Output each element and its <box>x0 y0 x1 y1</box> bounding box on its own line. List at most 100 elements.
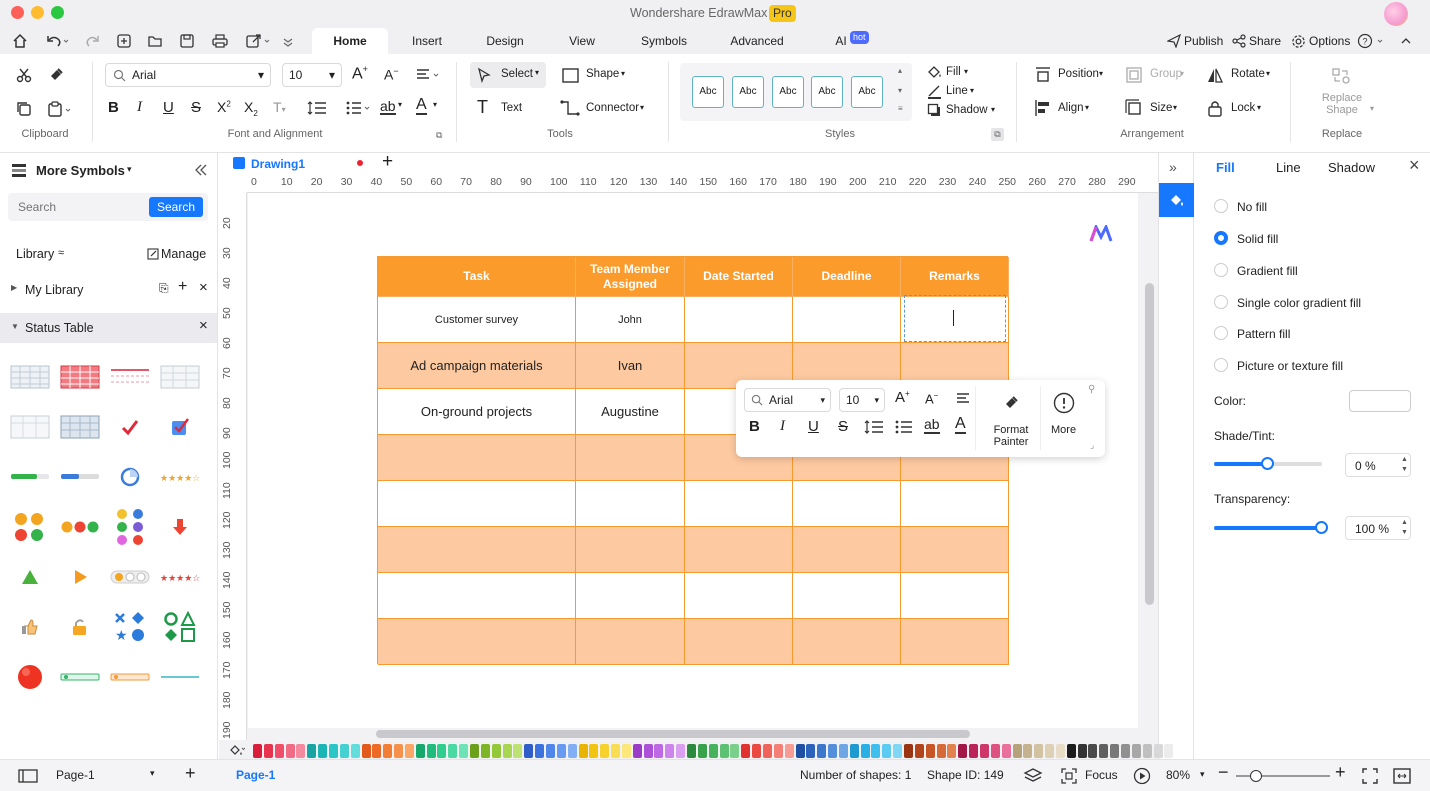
color-swatch[interactable] <box>741 744 751 758</box>
ai-logo-icon[interactable] <box>1089 225 1113 243</box>
table-cell[interactable] <box>901 573 1009 619</box>
color-swatch[interactable] <box>871 744 881 758</box>
lock-button[interactable]: Lock <box>1231 102 1255 114</box>
symbol-gray-table[interactable] <box>8 360 52 394</box>
color-swatch[interactable] <box>958 744 968 758</box>
collapse-panel-icon[interactable] <box>192 161 210 179</box>
color-swatch[interactable] <box>1066 744 1076 758</box>
resize-handle-icon[interactable]: ⌟ <box>1090 440 1094 451</box>
search-input[interactable] <box>8 193 148 221</box>
format-brush-icon[interactable] <box>45 64 67 86</box>
color-swatch[interactable] <box>969 744 979 758</box>
color-swatch[interactable] <box>621 744 631 758</box>
tab-design[interactable]: Design <box>476 28 534 54</box>
group-button[interactable]: Group <box>1150 68 1182 80</box>
chevron-down-icon[interactable]: ▾ <box>964 67 968 76</box>
color-swatch[interactable] <box>1142 744 1152 758</box>
option-single-gradient-fill[interactable]: Single color gradient fill <box>1237 296 1361 310</box>
font-family-select[interactable]: Arial ▾ <box>105 63 271 87</box>
style-sample[interactable]: Abc <box>692 76 724 108</box>
table-header-cell[interactable]: Deadline <box>793 257 901 297</box>
symbol-red-table[interactable] <box>58 360 102 394</box>
color-swatch[interactable] <box>719 744 729 758</box>
text-case-icon[interactable]: T▾ <box>273 99 286 115</box>
page-layout-icon[interactable] <box>17 768 39 784</box>
color-swatch[interactable] <box>318 744 328 758</box>
color-swatch[interactable] <box>730 744 740 758</box>
transparency-slider[interactable] <box>1214 517 1328 537</box>
padlock-icon[interactable] <box>58 610 102 644</box>
style-sample[interactable]: Abc <box>732 76 764 108</box>
symbol-blue-table[interactable] <box>58 410 102 444</box>
color-swatch[interactable] <box>925 744 935 758</box>
add-icon[interactable]: + <box>178 278 187 296</box>
fill-panel-icon[interactable] <box>1159 183 1194 217</box>
zoom-slider-handle[interactable] <box>1250 770 1262 782</box>
style-sample[interactable]: Abc <box>772 76 804 108</box>
color-swatch[interactable] <box>752 744 762 758</box>
radio-pattern-fill[interactable] <box>1214 326 1228 340</box>
text-tool-icon[interactable]: T <box>477 97 488 118</box>
italic-icon[interactable]: I <box>780 418 785 435</box>
stepper-icon[interactable]: ▲ ▼ <box>1401 455 1408 475</box>
chevron-down-icon[interactable]: ▾ <box>398 100 402 109</box>
zoom-level[interactable]: 80% <box>1166 768 1190 782</box>
color-swatch[interactable] <box>1110 744 1120 758</box>
gear-icon[interactable] <box>1290 33 1306 49</box>
color-swatch[interactable] <box>806 744 816 758</box>
table-header-cell[interactable]: Remarks <box>901 257 1009 297</box>
fill-bucket-icon[interactable] <box>228 743 246 759</box>
table-cell[interactable] <box>685 619 793 665</box>
color-dots-grid-icon[interactable] <box>108 509 152 545</box>
table-cell[interactable] <box>576 573 685 619</box>
color-swatch[interactable] <box>1099 744 1109 758</box>
red-star-rating-icon[interactable]: ★★★★☆ <box>158 560 202 594</box>
table-cell[interactable] <box>685 481 793 527</box>
color-swatch[interactable] <box>1131 744 1141 758</box>
color-swatch[interactable] <box>1121 744 1130 758</box>
underline-icon[interactable]: U <box>163 99 174 116</box>
chevron-down-icon[interactable]: ▾ <box>127 164 132 175</box>
color-swatch[interactable] <box>828 744 838 758</box>
table-cell[interactable] <box>378 619 576 665</box>
color-swatch[interactable] <box>914 744 924 758</box>
text-highlight-icon[interactable]: ab <box>380 99 396 115</box>
text-tool-button[interactable]: Text <box>501 102 522 114</box>
rotate-icon[interactable] <box>1205 65 1225 85</box>
tab-insert[interactable]: Insert <box>400 28 454 54</box>
zoom-window-button[interactable] <box>51 6 64 19</box>
export-icon[interactable] <box>244 32 272 50</box>
gallery-more-icon[interactable]: ≡ <box>898 104 903 113</box>
table-cell[interactable] <box>576 619 685 665</box>
chevron-down-icon[interactable]: ▾ <box>1180 69 1184 78</box>
color-swatch[interactable] <box>1034 744 1044 758</box>
line-style-icon[interactable] <box>926 83 942 99</box>
document-tab[interactable]: Drawing1 <box>251 157 305 171</box>
color-swatch[interactable] <box>1349 390 1411 412</box>
color-swatch[interactable] <box>578 744 588 758</box>
color-swatch[interactable] <box>296 744 306 758</box>
green-slider-icon[interactable] <box>58 660 102 694</box>
color-swatch[interactable] <box>426 744 436 758</box>
table-cell[interactable] <box>378 481 576 527</box>
color-swatch[interactable] <box>687 744 696 758</box>
color-swatch[interactable] <box>1001 744 1011 758</box>
paste-icon[interactable] <box>45 98 75 120</box>
table-cell[interactable] <box>685 573 793 619</box>
text-align-icon[interactable] <box>955 391 971 407</box>
color-swatch[interactable] <box>415 744 425 758</box>
option-no-fill[interactable]: No fill <box>1237 200 1267 214</box>
color-swatch[interactable] <box>253 744 262 758</box>
shade-slider-handle[interactable] <box>1261 457 1274 470</box>
pin-icon[interactable]: ⚲ <box>1088 384 1095 395</box>
publish-button[interactable]: Publish <box>1184 28 1224 54</box>
lock-icon[interactable] <box>1205 98 1225 118</box>
size-icon[interactable] <box>1124 98 1144 118</box>
replace-shape-button[interactable]: Replace Shape <box>1316 92 1368 116</box>
radio-single-gradient-fill[interactable] <box>1214 295 1228 309</box>
symbol-plain-table[interactable] <box>8 410 52 444</box>
share-button[interactable]: Share <box>1249 28 1283 54</box>
decrease-font-icon[interactable]: A− <box>925 391 938 406</box>
chevron-down-icon[interactable]: ▾ <box>970 86 974 95</box>
layers-icon[interactable] <box>1022 766 1044 786</box>
